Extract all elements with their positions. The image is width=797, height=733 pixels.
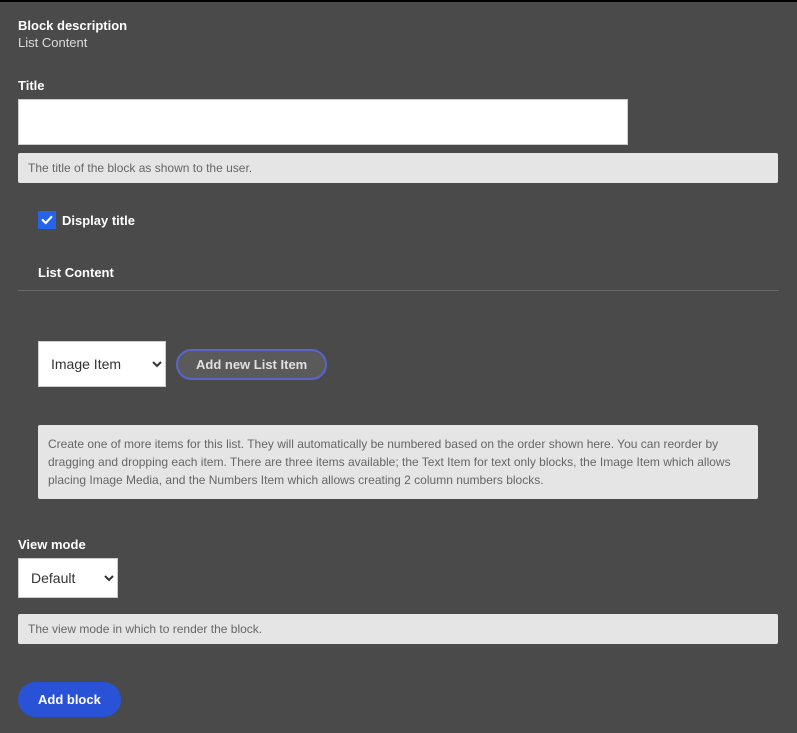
title-input[interactable] — [18, 99, 628, 145]
list-content-help-text: Create one of more items for this list. … — [38, 425, 758, 499]
view-mode-help-text: The view mode in which to render the blo… — [18, 614, 778, 644]
list-item-type-select[interactable]: Image Item — [38, 341, 166, 387]
add-block-button[interactable]: Add block — [18, 682, 121, 717]
title-help-text: The title of the block as shown to the u… — [18, 153, 778, 183]
title-label: Title — [18, 78, 779, 93]
display-title-label: Display title — [62, 213, 135, 228]
add-list-item-button[interactable]: Add new List Item — [176, 349, 327, 380]
block-description-label: Block description — [18, 18, 779, 33]
view-mode-select[interactable]: Default — [18, 558, 118, 598]
list-content-heading: List Content — [38, 265, 779, 280]
check-icon — [40, 213, 54, 227]
view-mode-label: View mode — [18, 537, 779, 552]
display-title-checkbox[interactable] — [38, 211, 56, 229]
block-description-value: List Content — [18, 35, 779, 50]
divider — [18, 290, 779, 291]
